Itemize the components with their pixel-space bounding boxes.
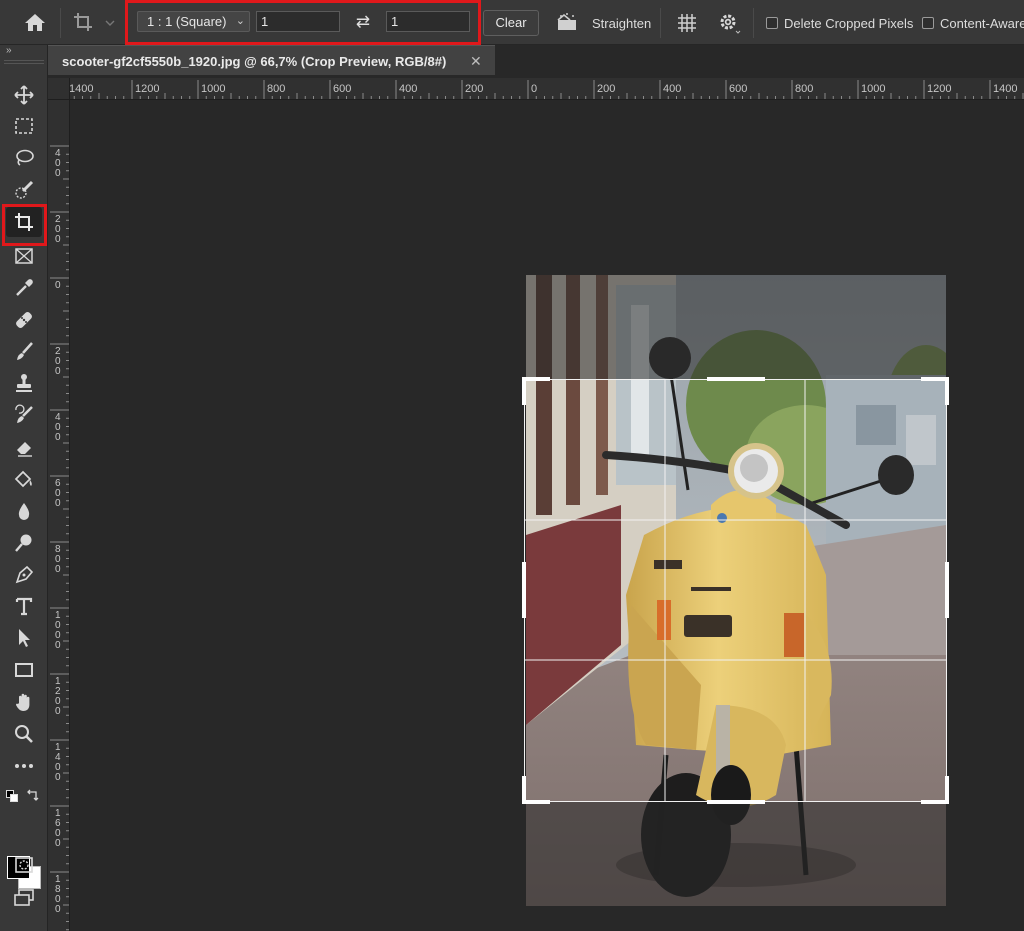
move-tool-icon[interactable]: [6, 80, 42, 110]
ruler-label: 1400: [55, 742, 61, 783]
hand-tool-icon[interactable]: [6, 687, 42, 717]
quick-select-tool-icon[interactable]: [6, 175, 42, 205]
ruler-label: 600: [729, 83, 748, 95]
ruler-label: 200: [55, 346, 61, 377]
overlay-grid-icon[interactable]: [675, 11, 699, 35]
separator: [753, 8, 754, 38]
document-title: scooter-gf2cf5550b_1920.jpg @ 66,7% (Cro…: [62, 54, 447, 69]
straighten-label[interactable]: Straighten: [592, 16, 651, 31]
ruler-label: 1400: [993, 83, 1018, 95]
crop-handle-bottom-left[interactable]: [522, 800, 550, 804]
vertical-ruler[interactable]: 400 200 0 200 400 600 800 1000 1200 1400 1600 1800: [48, 78, 70, 931]
ruler-label: 400: [55, 148, 61, 179]
home-icon[interactable]: [22, 11, 48, 33]
marquee-tool-icon[interactable]: [6, 111, 42, 141]
document-tab[interactable]: scooter-gf2cf5550b_1920.jpg @ 66,7% (Cro…: [48, 45, 495, 75]
history-brush-tool-icon[interactable]: [6, 400, 42, 430]
rule-of-thirds-grid: [525, 380, 946, 801]
ruler-label: 1200: [135, 83, 160, 95]
frame-tool-icon[interactable]: [6, 241, 42, 271]
ruler-label: 1000: [201, 83, 226, 95]
crop-handle-top[interactable]: [707, 377, 765, 381]
ruler-label: 1800: [55, 874, 61, 915]
swap-colors-icon[interactable]: [26, 788, 40, 802]
delete-cropped-checkbox[interactable]: [766, 17, 778, 29]
aspect-ratio-select[interactable]: 1 : 1 (Square) ⌄: [137, 11, 250, 32]
healing-brush-tool-icon[interactable]: [6, 305, 42, 335]
ruler-label: 200: [55, 214, 61, 245]
clear-button[interactable]: Clear: [483, 10, 539, 36]
ruler-label: 800: [55, 544, 61, 575]
aspect-ratio-value: 1 : 1 (Square): [147, 14, 227, 29]
ruler-label: 400: [399, 83, 418, 95]
options-bar: 1 : 1 (Square) ⌄ ⇄ Clear Straighten Dele…: [0, 0, 1024, 45]
tools-panel: »: [0, 45, 48, 931]
more-tools-icon[interactable]: [6, 751, 42, 781]
brush-tool-icon[interactable]: [6, 337, 42, 367]
chevron-down-icon: ⌄: [235, 15, 245, 27]
crop-box[interactable]: [524, 379, 947, 802]
pen-tool-icon[interactable]: [6, 560, 42, 590]
eraser-tool-icon[interactable]: [6, 432, 42, 462]
close-tab-icon[interactable]: ✕: [470, 53, 482, 70]
collapse-panel-icon[interactable]: »: [6, 45, 11, 56]
ruler-label: 1600: [55, 808, 61, 849]
default-colors-icon[interactable]: [6, 790, 18, 802]
panel-grip[interactable]: [4, 60, 44, 64]
paint-bucket-tool-icon[interactable]: [6, 464, 42, 494]
crop-handle-bottom-right[interactable]: [945, 776, 949, 804]
photoshop-window: 1 : 1 (Square) ⌄ ⇄ Clear Straighten Dele…: [0, 0, 1024, 931]
type-tool-icon[interactable]: [6, 591, 42, 621]
delete-cropped-label[interactable]: Delete Cropped Pixels: [784, 16, 913, 31]
ruler-label: 200: [465, 83, 484, 95]
ruler-label: 600: [333, 83, 352, 95]
screen-mode-icon[interactable]: [6, 883, 42, 913]
dodge-tool-icon[interactable]: [6, 528, 42, 558]
path-selection-tool-icon[interactable]: [6, 623, 42, 653]
ruler-origin[interactable]: [48, 78, 70, 100]
crop-handle-top-left[interactable]: [522, 377, 550, 381]
quick-mask-icon[interactable]: [6, 850, 42, 880]
gear-icon[interactable]: [717, 11, 741, 35]
ruler-label: 1400: [69, 83, 94, 95]
crop-handle-top-left[interactable]: [522, 377, 526, 405]
ruler-label: 400: [663, 83, 682, 95]
zoom-tool-icon[interactable]: [6, 719, 42, 749]
ruler-label: 1200: [927, 83, 952, 95]
separator: [660, 8, 661, 38]
ruler-label: 800: [267, 83, 286, 95]
ruler-label: 1000: [861, 83, 886, 95]
content-aware-label[interactable]: Content-Aware: [940, 16, 1024, 31]
document-tabs: scooter-gf2cf5550b_1920.jpg @ 66,7% (Cro…: [48, 45, 1024, 75]
ruler-label: 1200: [55, 676, 61, 717]
straighten-icon[interactable]: [555, 11, 579, 33]
ruler-label: 1000: [55, 610, 61, 651]
crop-handle-bottom-left[interactable]: [522, 776, 526, 804]
crop-handle-top-right[interactable]: [945, 377, 949, 405]
ruler-label: 600: [55, 478, 61, 509]
ruler-label: 0: [55, 280, 61, 291]
ratio-width-input[interactable]: [256, 11, 340, 32]
crop-handle-left[interactable]: [522, 562, 526, 618]
horizontal-ruler[interactable]: 1400 1200 1000 800 600 400 200 0 200 400 600 800 100…: [48, 78, 1024, 100]
ruler-label: 800: [795, 83, 814, 95]
rectangle-tool-icon[interactable]: [6, 655, 42, 685]
separator: [60, 8, 61, 38]
ratio-height-input[interactable]: [386, 11, 470, 32]
eyedropper-tool-icon[interactable]: [6, 273, 42, 303]
crop-handle-right[interactable]: [945, 562, 949, 618]
clone-stamp-tool-icon[interactable]: [6, 368, 42, 398]
content-aware-checkbox[interactable]: [922, 17, 934, 29]
blur-tool-icon[interactable]: [6, 496, 42, 526]
crop-preset-icon[interactable]: [72, 9, 116, 35]
crop-shield-top: [526, 275, 946, 379]
ruler-label: 200: [597, 83, 616, 95]
crop-shield-bottom: [526, 802, 946, 906]
ruler-label: 0: [531, 83, 538, 95]
swap-dimensions-icon[interactable]: ⇄: [350, 11, 376, 33]
highlight-box-crop-tool: [2, 204, 47, 246]
crop-handle-bottom[interactable]: [707, 800, 765, 804]
lasso-tool-icon[interactable]: [6, 143, 42, 173]
ruler-label: 400: [55, 412, 61, 443]
